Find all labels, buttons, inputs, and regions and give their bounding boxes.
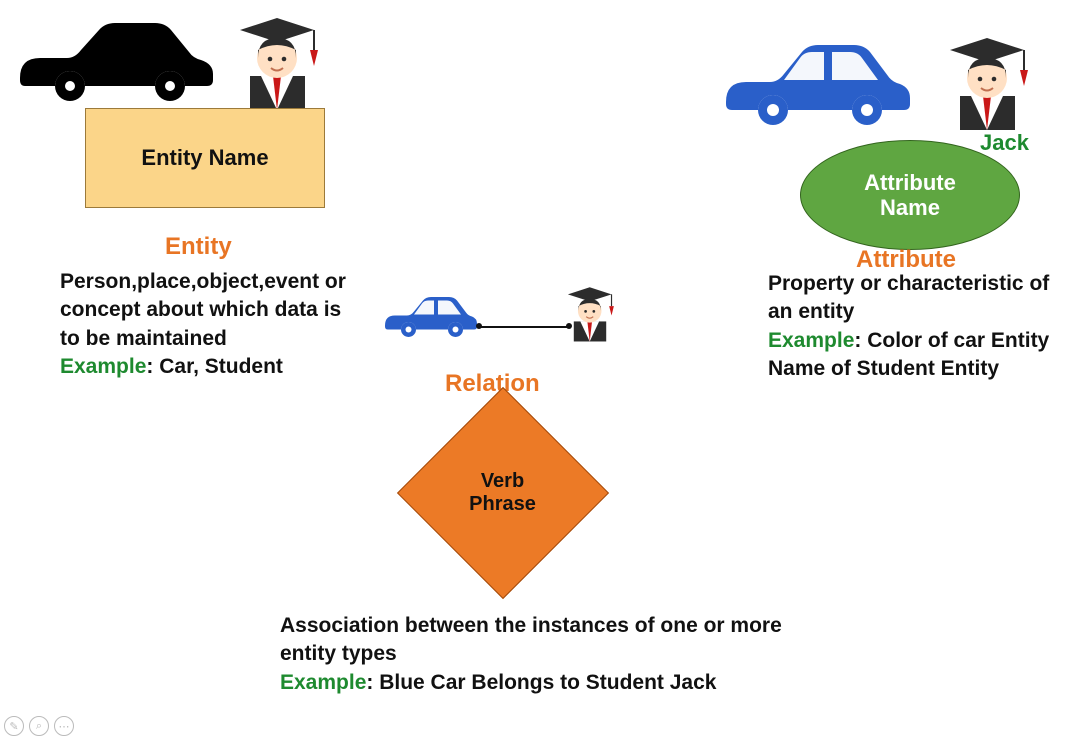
zoom-icon[interactable]: ⌕ [29,716,49,736]
relation-example-text: : Blue Car Belongs to Student Jack [366,671,716,694]
more-icon[interactable]: ⋯ [54,716,74,736]
attribute-example-label: Example [768,329,854,352]
attribute-name-ellipse: Attribute Name [800,140,1020,250]
blue-car-icon [382,292,477,342]
relation-description-text: Association between the instances of one… [280,614,782,665]
attribute-student-name: Jack [980,130,1029,156]
relation-connector-dot [476,323,482,329]
student-icon [562,282,618,342]
entity-example-label: Example [60,355,146,378]
black-car-icon [15,20,215,105]
attribute-description: Property or characteristic of an entity … [768,270,1078,383]
entity-name-box: Entity Name [85,108,325,208]
relation-diamond: Verb Phrase [380,400,625,585]
attribute-description-text: Property or characteristic of an entity [768,272,1049,323]
pen-icon[interactable]: ✎ [4,716,24,736]
entity-heading: Entity [165,233,232,261]
attribute-ellipse-line2: Name [880,195,940,220]
bottom-left-toolbar: ✎ ⌕ ⋯ [4,716,79,736]
student-icon [230,10,325,110]
relation-example-label: Example [280,671,366,694]
relation-description: Association between the instances of one… [280,612,790,697]
blue-car-icon [720,40,910,130]
relation-diamond-line1: Verb [481,470,524,492]
relation-connector-line [479,326,571,328]
entity-example-text: : Car, Student [146,355,283,378]
attribute-ellipse-label: Attribute Name [864,170,956,221]
relation-diamond-line2: Phrase [469,493,536,515]
attribute-ellipse-line1: Attribute [864,170,956,195]
entity-description-text: Person,place,object,event or concept abo… [60,270,346,350]
relation-diamond-label: Verb Phrase [469,470,536,516]
student-icon [940,30,1035,130]
entity-description: Person,place,object,event or concept abo… [60,268,360,381]
relation-heading: Relation [445,370,540,398]
entity-box-label: Entity Name [141,145,268,171]
